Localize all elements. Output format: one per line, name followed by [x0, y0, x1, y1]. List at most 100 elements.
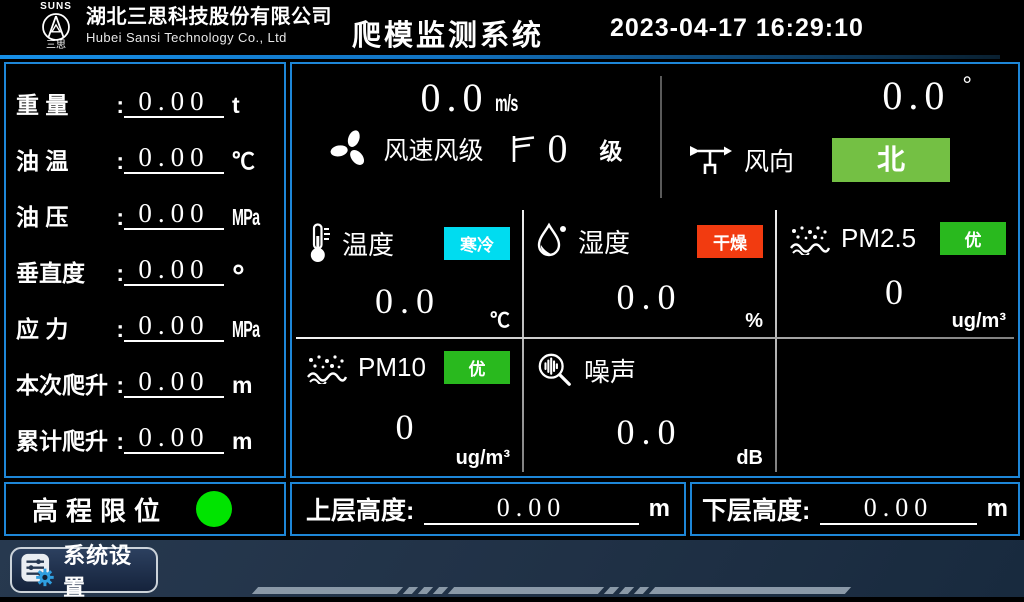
total-climb-unit: m: [232, 428, 274, 454]
wind-direction-section: 0.0 ° 风向 北: [662, 64, 1016, 208]
row-oil-pressure: 油 压: 0.00 MPa: [16, 179, 274, 235]
logo-bottom-text: 三思: [46, 41, 66, 51]
humidity-cell: 湿度 干燥 0.0 %: [524, 210, 775, 337]
row-verticality: 垂直度: 0.00 °: [16, 235, 274, 291]
wind-speed-value: 0.0: [420, 75, 488, 120]
row-stress: 应 力: 0.00 MPa: [16, 291, 274, 347]
oil-pressure-label: 油 压: [16, 204, 68, 230]
stress-value: 0.00: [124, 310, 224, 342]
company-name-cn: 湖北三思科技股份有限公司: [86, 5, 332, 29]
wind-level-icon: [510, 134, 536, 164]
pm10-status-badge: 优: [444, 351, 510, 384]
current-climb-value: 0.00: [124, 366, 224, 398]
row-weight: 重 量: 0.00 t: [16, 67, 274, 123]
oil-pressure-value: 0.00: [124, 198, 224, 230]
upper-height-label: 上层高度: [306, 497, 406, 525]
measurement-sidebar: 重 量: 0.00 t 油 温: 0.00 ℃ 油 压: 0.00 MPa 垂直…: [4, 62, 286, 478]
verticality-unit: °: [232, 266, 274, 286]
stress-unit: MPa: [232, 316, 259, 342]
thermometer-icon: [306, 222, 332, 264]
verticality-value: 0.00: [124, 254, 224, 286]
lower-height-label: 下层高度: [702, 497, 802, 525]
colon: :: [116, 92, 124, 118]
wind-speed-unit: m/s: [495, 90, 518, 117]
pm25-status-badge: 优: [940, 222, 1006, 255]
wind-speed-section: 0.0 m/s 风速风级 0 级: [292, 64, 660, 208]
wind-direction-badge: 北: [832, 138, 950, 182]
elevation-limit-label: 高程限位: [32, 491, 168, 528]
noise-label: 噪声: [584, 352, 636, 389]
humidity-value: 0.0: [524, 276, 775, 318]
footer-decor-stripe: [255, 587, 848, 594]
pm10-value: 0: [294, 406, 522, 448]
upper-height-box: 上层高度: 0.00 m: [290, 482, 686, 536]
wind-level-value: 0: [548, 125, 574, 172]
oil-temp-unit: ℃: [232, 148, 274, 174]
colon: :: [116, 372, 124, 398]
settings-button-label: 系统设置: [63, 538, 148, 602]
colon: :: [406, 497, 414, 525]
lower-height-box: 下层高度: 0.00 m: [690, 482, 1020, 536]
humidity-unit: %: [745, 310, 763, 333]
dust-icon: [789, 223, 831, 255]
weight-value: 0.00: [124, 86, 224, 118]
wind-level-unit: 级: [600, 132, 623, 166]
header-divider: [0, 55, 1000, 59]
noise-unit: dB: [736, 447, 763, 470]
company-logo: SUNS 三思: [28, 2, 84, 54]
system-settings-button[interactable]: 系统设置: [10, 547, 158, 593]
temperature-status-badge: 寒冷: [444, 227, 510, 260]
datetime-display: 2023-04-17 16:29:10: [610, 14, 864, 43]
colon: :: [116, 260, 124, 286]
current-climb-label: 本次爬升: [16, 372, 108, 398]
pm25-label: PM2.5: [841, 223, 916, 254]
current-climb-unit: m: [232, 372, 274, 398]
company-name: 湖北三思科技股份有限公司 Hubei Sansi Technology Co.,…: [86, 5, 332, 46]
droplet-icon: [536, 222, 568, 260]
colon: :: [116, 428, 124, 454]
total-climb-value: 0.00: [124, 422, 224, 454]
humidity-label: 湿度: [578, 223, 630, 260]
wind-direction-unit: °: [962, 72, 972, 99]
noise-icon: [536, 351, 574, 389]
wind-vane-icon: [688, 143, 734, 177]
wind-level-label: 风速风级: [383, 131, 483, 167]
upper-height-value: 0.00: [424, 493, 638, 525]
humidity-status-badge: 干燥: [697, 225, 763, 258]
header-bar: SUNS 三思 湖北三思科技股份有限公司 Hubei Sansi Technol…: [0, 0, 1024, 55]
row-oil-temp: 油 温: 0.00 ℃: [16, 123, 274, 179]
stress-label: 应 力: [16, 316, 68, 342]
colon: :: [802, 497, 810, 525]
logo-top-text: SUNS: [40, 2, 72, 12]
wind-direction-label: 风向: [744, 142, 794, 178]
colon: :: [116, 204, 124, 230]
colon: :: [116, 148, 124, 174]
wind-direction-value: 0.0: [882, 73, 950, 118]
weight-unit: t: [232, 92, 274, 118]
lower-height-unit: m: [987, 495, 1008, 523]
total-climb-label: 累计爬升: [16, 428, 108, 454]
temperature-cell: 温度 寒冷 0.0 ℃: [294, 210, 522, 337]
pm10-cell: PM10 优 0 ug/m³: [294, 339, 522, 474]
pm10-label: PM10: [358, 352, 426, 383]
pm25-cell: PM2.5 优 0 ug/m³: [777, 210, 1018, 337]
upper-height-unit: m: [649, 495, 670, 523]
lower-height-value: 0.00: [820, 493, 976, 525]
elevation-limit-box: 高程限位: [4, 482, 286, 536]
colon: :: [116, 316, 124, 342]
settings-sliders-gear-icon: [20, 551, 55, 589]
row-total-climb: 累计爬升: 0.00 m: [16, 403, 274, 459]
temperature-unit: ℃: [490, 304, 510, 333]
sansi-logo-icon: [41, 12, 71, 42]
company-name-en: Hubei Sansi Technology Co., Ltd: [86, 29, 332, 46]
noise-cell: 噪声 0.0 dB: [524, 339, 775, 474]
footer-bar: 系统设置: [0, 540, 1024, 597]
environment-panel: 0.0 m/s 风速风级 0 级 0.0 °: [290, 62, 1020, 478]
temperature-label: 温度: [342, 225, 394, 262]
pm25-value: 0: [777, 271, 1018, 313]
oil-temp-label: 油 温: [16, 148, 68, 174]
row-current-climb: 本次爬升: 0.00 m: [16, 347, 274, 403]
oil-temp-value: 0.00: [124, 142, 224, 174]
temperature-value: 0.0: [294, 280, 522, 322]
elevation-limit-status-indicator: [196, 491, 232, 527]
